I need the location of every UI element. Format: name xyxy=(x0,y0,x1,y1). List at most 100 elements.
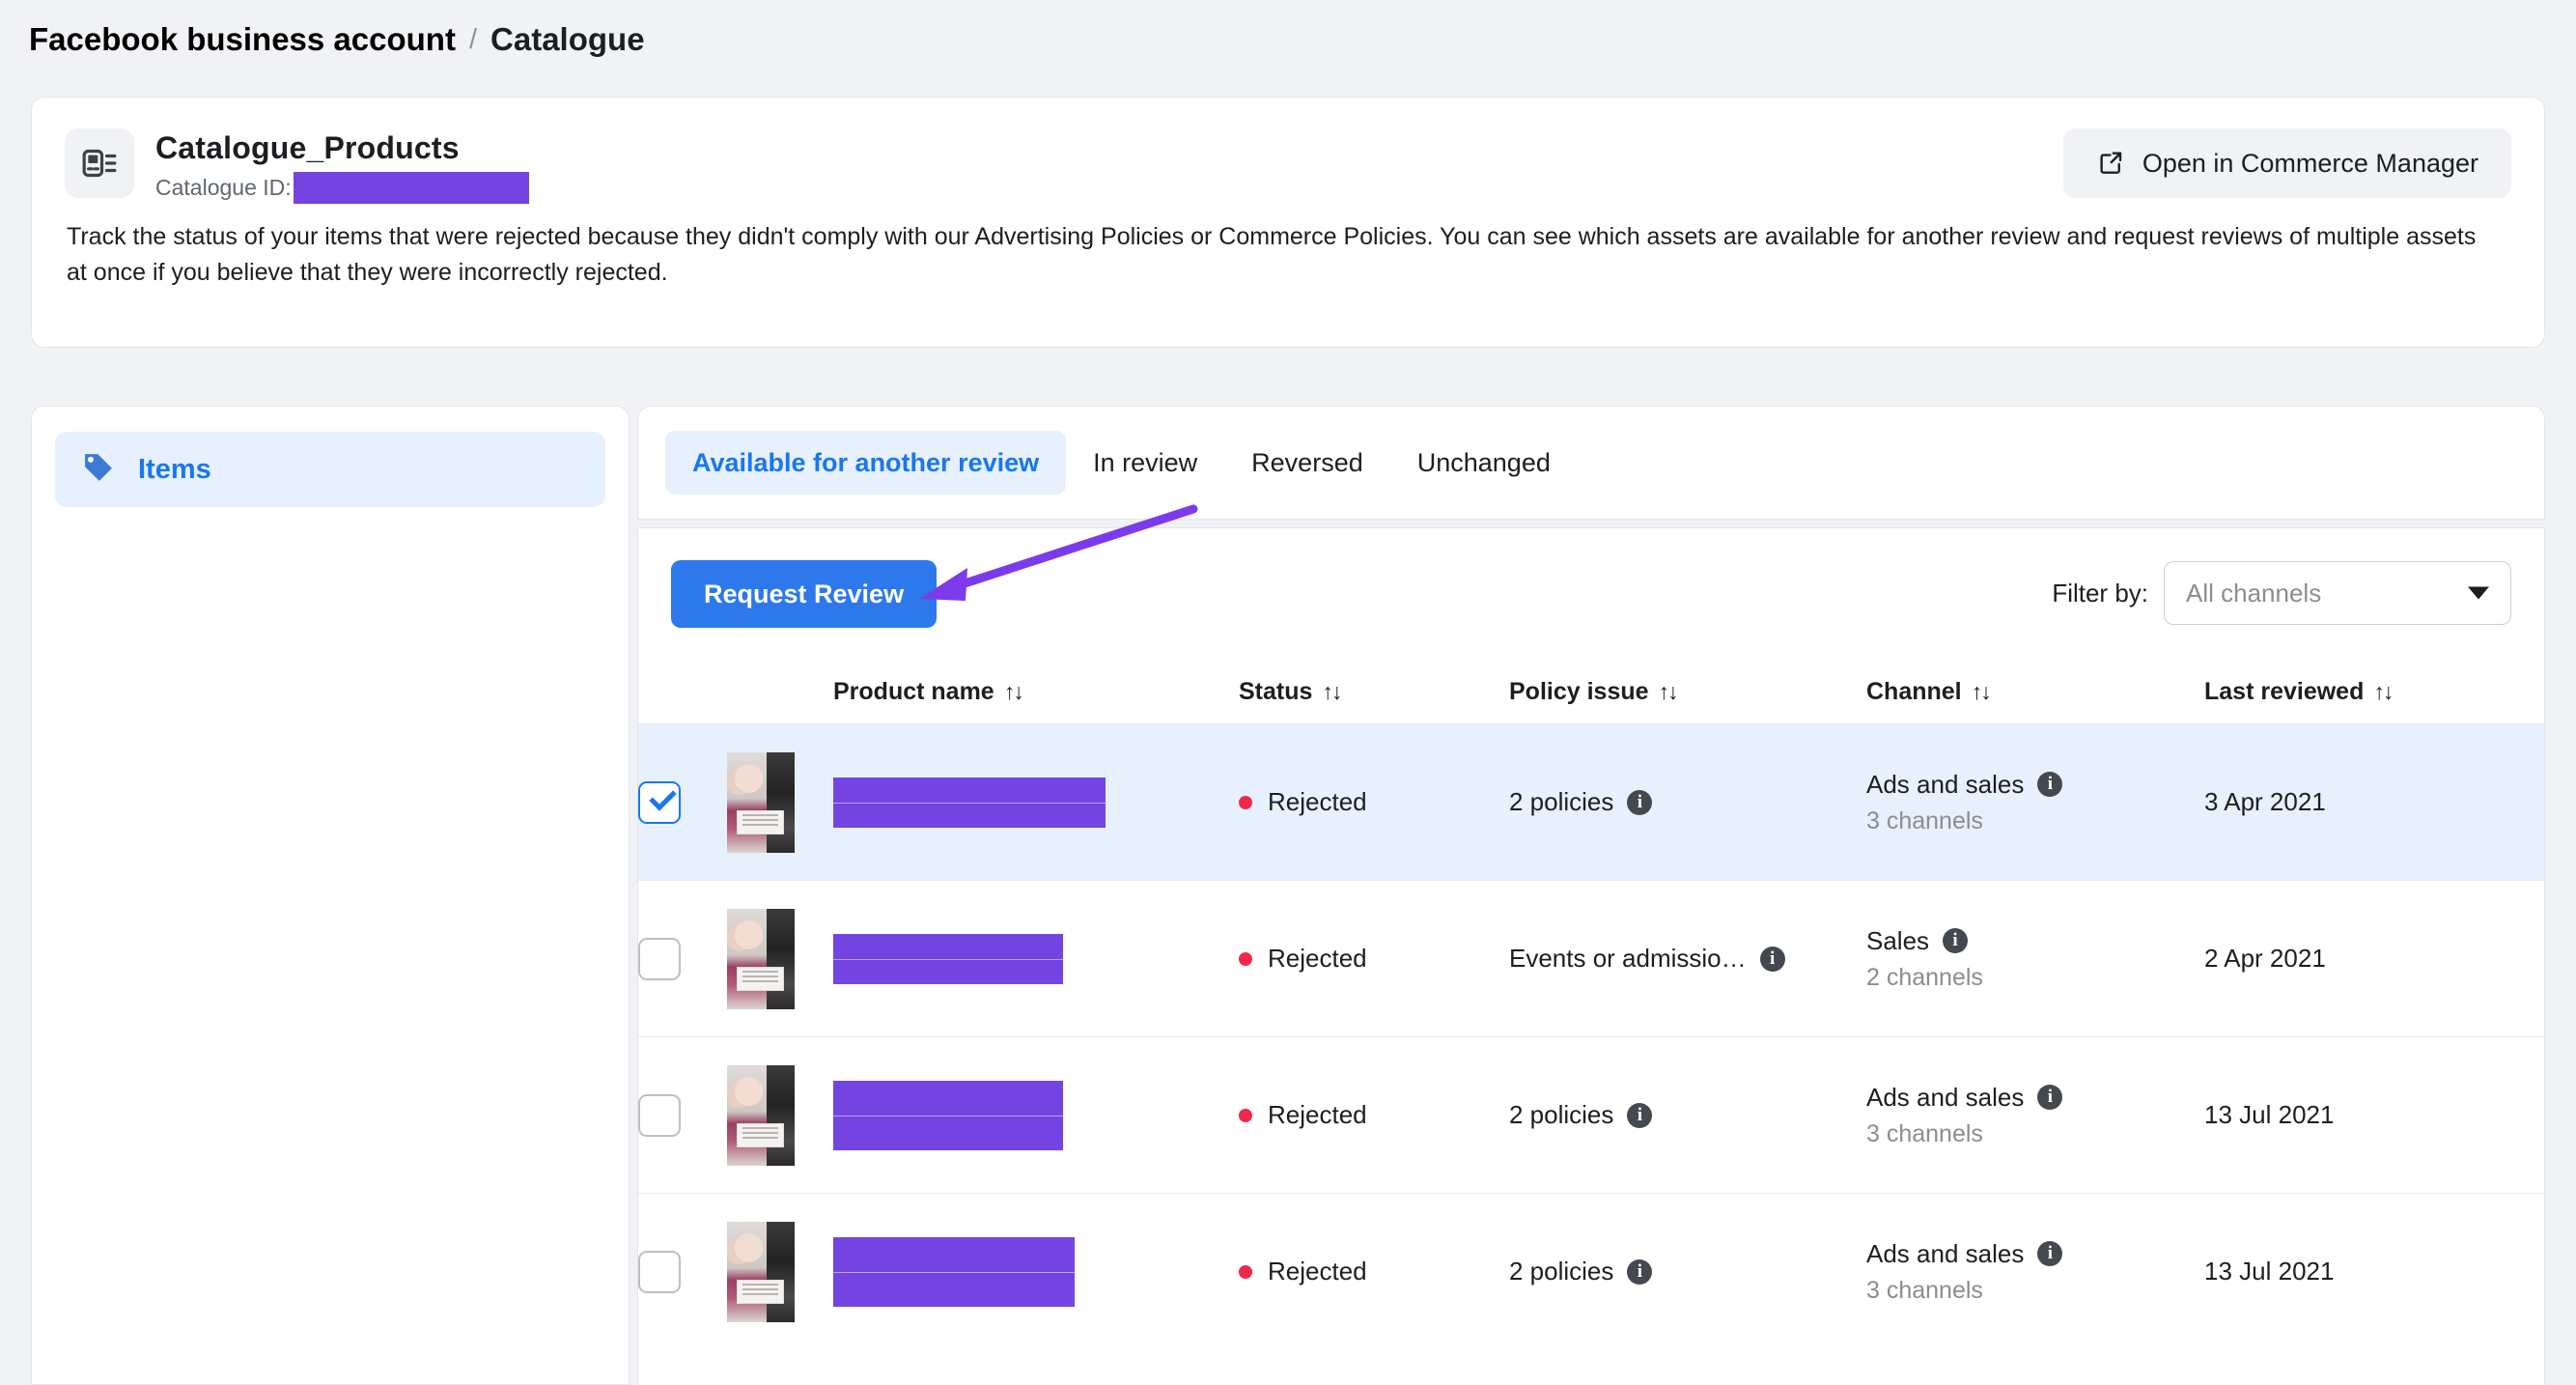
channel-cell: Ads and sales i 3 channels xyxy=(1866,770,2204,835)
app-root: Facebook business account / Catalogue Ca… xyxy=(0,0,2576,1385)
row-checkbox[interactable] xyxy=(638,937,681,980)
channel-count-label: 3 channels xyxy=(1866,1276,1983,1304)
column-label: Last reviewed xyxy=(2204,677,2365,705)
column-label: Channel xyxy=(1866,677,1962,705)
external-link-icon xyxy=(2096,148,2125,180)
row-checkbox-cell xyxy=(638,1250,727,1293)
table-row[interactable]: Rejected Events or admissio… i Sales i 2… xyxy=(638,880,2544,1036)
tab-available-for-another-review[interactable]: Available for another review xyxy=(665,431,1067,495)
product-thumbnail xyxy=(727,1221,795,1322)
column-header-channel[interactable]: Channel ↑↓ xyxy=(1866,678,2204,706)
status-dot-icon xyxy=(1239,1108,1252,1122)
row-checkbox[interactable] xyxy=(638,1250,681,1293)
channel-cell: Ads and sales i 3 channels xyxy=(1866,1083,2204,1148)
breadcrumb-separator: / xyxy=(468,23,478,55)
column-label: Policy issue xyxy=(1509,677,1649,705)
info-icon[interactable]: i xyxy=(2037,1241,2063,1266)
sort-icon: ↑↓ xyxy=(1658,678,1679,704)
info-icon[interactable]: i xyxy=(2037,772,2063,797)
status-cell: Rejected xyxy=(1239,1100,1509,1130)
info-icon[interactable]: i xyxy=(1627,1258,1653,1285)
channel-count-label: 3 channels xyxy=(1866,1119,1983,1147)
column-label: Status xyxy=(1239,677,1313,705)
column-header-policy-issue[interactable]: Policy issue ↑↓ xyxy=(1509,678,1866,706)
status-label: Rejected xyxy=(1268,787,1367,816)
sort-icon: ↑↓ xyxy=(1322,678,1342,704)
sort-icon: ↑↓ xyxy=(1003,678,1024,704)
policy-issue-label: 2 policies xyxy=(1509,1257,1614,1286)
info-icon[interactable]: i xyxy=(1943,928,1969,953)
open-in-commerce-manager-button[interactable]: Open in Commerce Manager xyxy=(2062,128,2511,198)
status-cell: Rejected xyxy=(1239,1257,1509,1286)
policy-issue-cell: 2 policies i xyxy=(1509,1257,1866,1286)
status-cell: Rejected xyxy=(1239,787,1509,817)
policy-issue-cell: 2 policies i xyxy=(1509,1100,1866,1130)
row-checkbox[interactable] xyxy=(638,1093,681,1137)
product-name-redacted xyxy=(833,1236,1075,1307)
policy-issue-label: 2 policies xyxy=(1509,787,1614,816)
status-label: Rejected xyxy=(1268,1257,1367,1286)
tab-in-review[interactable]: In review xyxy=(1066,431,1224,495)
table-header-row: Product name ↑↓ Status ↑↓ Policy issue ↑… xyxy=(638,660,2544,723)
column-header-product-name[interactable]: Product name ↑↓ xyxy=(833,678,1239,706)
table-row[interactable]: Rejected 2 policies i Ads and sales i 3 … xyxy=(638,723,2544,880)
last-reviewed-cell: 3 Apr 2021 xyxy=(2204,787,2326,816)
info-icon[interactable]: i xyxy=(1759,946,1785,972)
info-icon[interactable]: i xyxy=(2037,1085,2063,1110)
tag-icon xyxy=(80,449,117,491)
product-name-redacted xyxy=(833,777,1106,828)
status-dot-icon xyxy=(1239,1264,1252,1279)
row-checkbox[interactable] xyxy=(638,780,681,824)
last-reviewed-cell: 13 Jul 2021 xyxy=(2204,1257,2335,1286)
product-name-redacted xyxy=(833,1080,1063,1150)
channel-cell: Sales i 2 channels xyxy=(1866,926,2204,992)
chevron-down-icon xyxy=(2468,586,2489,600)
filter-by-label: Filter by: xyxy=(2052,578,2148,608)
product-thumbnail-cell xyxy=(727,1221,833,1322)
product-name-cell xyxy=(833,1080,1239,1150)
tab-reversed[interactable]: Reversed xyxy=(1224,431,1390,495)
channel-cell: Ads and sales i 3 channels xyxy=(1866,1239,2204,1305)
policy-issue-cell: 2 policies i xyxy=(1509,787,1866,817)
last-reviewed-cell: 13 Jul 2021 xyxy=(2204,1100,2335,1129)
info-icon[interactable]: i xyxy=(1627,789,1653,815)
catalogue-description: Track the status of your items that were… xyxy=(67,223,2477,286)
product-thumbnail xyxy=(727,908,795,1009)
product-thumbnail-cell xyxy=(727,908,833,1009)
product-thumbnail xyxy=(727,751,795,853)
status-cell: Rejected xyxy=(1239,944,1509,974)
catalogue-titles: Catalogue_Products Catalogue ID: xyxy=(155,128,529,204)
policy-issue-label: 2 policies xyxy=(1509,1100,1614,1129)
info-icon[interactable]: i xyxy=(1627,1102,1653,1128)
row-checkbox-cell xyxy=(638,937,727,980)
channel-count-label: 2 channels xyxy=(1866,963,1983,991)
channel-label: Sales xyxy=(1866,925,1930,955)
catalogue-name: Catalogue_Products xyxy=(155,130,460,165)
sort-icon: ↑↓ xyxy=(1971,678,1992,704)
table-toolbar: Request Review Filter by: All channels xyxy=(638,528,2544,660)
open-in-commerce-manager-label: Open in Commerce Manager xyxy=(2142,148,2478,178)
channel-filter-select[interactable]: All channels xyxy=(2164,561,2511,625)
request-review-button[interactable]: Request Review xyxy=(671,560,938,628)
status-tabs: Available for another review In review R… xyxy=(637,406,2545,520)
column-header-status[interactable]: Status ↑↓ xyxy=(1239,678,1509,706)
column-label: Product name xyxy=(833,677,994,705)
breadcrumb-parent[interactable]: Facebook business account xyxy=(29,21,456,58)
catalogue-icon xyxy=(65,128,134,198)
sidebar-item-items[interactable]: Items xyxy=(55,432,605,507)
sidebar: Items xyxy=(31,406,630,1385)
policy-issue-label: Events or admissio… xyxy=(1509,944,1747,973)
tab-unchanged[interactable]: Unchanged xyxy=(1390,431,1578,495)
sort-icon: ↑↓ xyxy=(2373,678,2394,704)
channel-label: Ads and sales xyxy=(1866,1082,2025,1112)
status-label: Rejected xyxy=(1268,1100,1367,1129)
catalogue-id-label: Catalogue ID: xyxy=(155,175,292,200)
channel-label: Ads and sales xyxy=(1866,1238,2025,1268)
table-row[interactable]: Rejected 2 policies i Ads and sales i 3 … xyxy=(638,1193,2544,1349)
product-name-cell xyxy=(833,777,1239,828)
product-name-redacted xyxy=(833,933,1063,984)
column-header-last-reviewed[interactable]: Last reviewed ↑↓ xyxy=(2204,678,2544,706)
breadcrumb-current: Catalogue xyxy=(490,21,645,57)
product-name-cell xyxy=(833,933,1239,984)
table-row[interactable]: Rejected 2 policies i Ads and sales i 3 … xyxy=(638,1036,2544,1193)
